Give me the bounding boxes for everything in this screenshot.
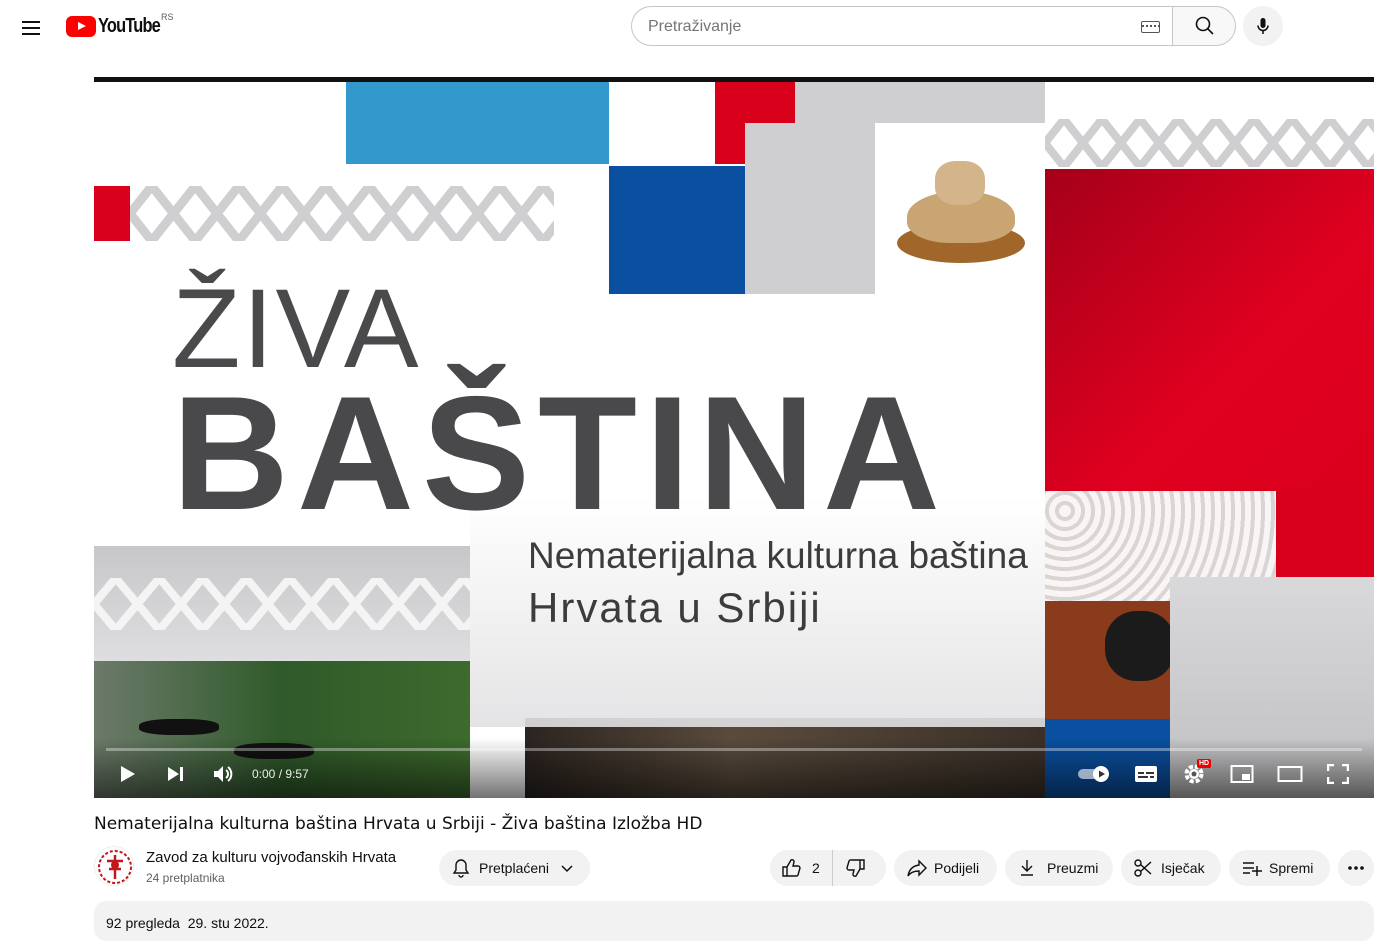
- youtube-play-logo-icon: [66, 15, 96, 37]
- blue-block: [609, 166, 745, 294]
- download-label: Preuzmi: [1047, 860, 1099, 876]
- time-display: 0:00 / 9:57: [252, 767, 309, 781]
- view-and-date: 92 pregleda 29. stu 2022.: [106, 915, 269, 931]
- mic-icon: [1257, 18, 1269, 34]
- red-small-block: [94, 186, 130, 241]
- masthead: YouTube RS: [0, 0, 1389, 56]
- subtitles-icon[interactable]: [1134, 764, 1158, 784]
- voice-search-button[interactable]: [1243, 6, 1283, 46]
- thumbs-up-icon: [782, 859, 801, 877]
- channel-name[interactable]: Zavod za kulturu vojvođanskih Hrvata: [146, 849, 396, 866]
- share-label: Podijeli: [934, 860, 980, 876]
- large-red-block: [1045, 169, 1374, 491]
- add-to-playlist-icon: [1243, 862, 1262, 876]
- hd-badge: HD: [1197, 759, 1212, 768]
- like-button[interactable]: 2: [770, 850, 833, 886]
- search-icon: [1195, 16, 1214, 35]
- gray-block-mid: [745, 123, 875, 294]
- channel-logo-icon: [98, 850, 132, 884]
- search-bar: [631, 6, 1236, 46]
- search-input[interactable]: [648, 16, 1128, 38]
- lattice-pattern-left: [130, 186, 554, 241]
- player-controls: 0:00 / 9:57 HD: [94, 738, 1374, 798]
- share-button[interactable]: Podijeli: [894, 850, 997, 886]
- light-blue-block: [346, 82, 609, 164]
- upload-date: 29. stu 2022.: [187, 915, 269, 931]
- play-icon[interactable]: [118, 764, 138, 784]
- description-box[interactable]: 92 pregleda 29. stu 2022.: [94, 901, 1374, 941]
- chevron-down-icon: [561, 865, 573, 873]
- menu-button[interactable]: [14, 10, 48, 44]
- video-player[interactable]: ŽIVA BAŠTINA Nematerijalna kulturna bašt…: [94, 77, 1374, 798]
- dislike-button[interactable]: [833, 850, 879, 886]
- subscriber-count: 24 pretplatnika: [146, 871, 225, 885]
- more-horizontal-icon: [1348, 866, 1364, 870]
- red-block-lower: [1276, 491, 1374, 577]
- download-icon: [1021, 860, 1033, 876]
- logo-text: YouTube: [98, 14, 161, 37]
- lattice-pattern-lower: [94, 578, 470, 630]
- lattice-pattern-right: [1045, 119, 1374, 167]
- menu-icon-line: [22, 27, 40, 29]
- video-title: Nematerijalna kulturna baština Hrvata u …: [94, 814, 703, 834]
- bread-image: [875, 123, 1045, 294]
- autoplay-toggle-icon[interactable]: [1078, 764, 1112, 784]
- channel-avatar[interactable]: [94, 846, 134, 886]
- progress-bar[interactable]: [106, 748, 1362, 751]
- subscribed-label: Pretplaćeni: [479, 860, 550, 876]
- scissors-icon: [1134, 859, 1152, 877]
- keyboard-icon[interactable]: [1141, 21, 1160, 33]
- youtube-logo[interactable]: YouTube: [66, 14, 174, 38]
- download-button[interactable]: Preuzmi: [1005, 850, 1113, 886]
- more-actions-button[interactable]: [1338, 850, 1374, 886]
- bell-icon: [452, 859, 470, 878]
- thumbnail-title-line2: BAŠTINA: [172, 363, 948, 544]
- menu-icon-line: [22, 33, 40, 35]
- theater-icon[interactable]: [1277, 765, 1303, 783]
- gray-block-top: [795, 82, 1045, 123]
- thumbnail-subtitle-line2: Hrvata u Srbiji: [528, 584, 822, 631]
- clip-label: Isječak: [1161, 860, 1205, 876]
- search-box: [631, 6, 1172, 46]
- fullscreen-icon[interactable]: [1327, 764, 1349, 784]
- miniplayer-icon[interactable]: [1230, 764, 1254, 784]
- view-count: 92 pregleda: [106, 915, 180, 931]
- volume-icon[interactable]: [212, 763, 234, 785]
- clip-button[interactable]: Isječak: [1121, 850, 1221, 886]
- like-count: 2: [812, 860, 820, 876]
- thumbnail-subtitle-line1: Nematerijalna kulturna baština: [528, 535, 1028, 576]
- search-button[interactable]: [1172, 6, 1236, 46]
- share-icon: [907, 859, 927, 877]
- menu-icon: [22, 21, 40, 23]
- thumbs-down-icon: [846, 859, 865, 877]
- like-dislike-group: 2: [770, 850, 886, 886]
- save-button[interactable]: Spremi: [1229, 850, 1330, 886]
- country-code: RS: [161, 12, 174, 22]
- save-label: Spremi: [1269, 860, 1314, 876]
- subscribed-button[interactable]: Pretplaćeni: [439, 850, 590, 886]
- next-icon[interactable]: [166, 764, 186, 784]
